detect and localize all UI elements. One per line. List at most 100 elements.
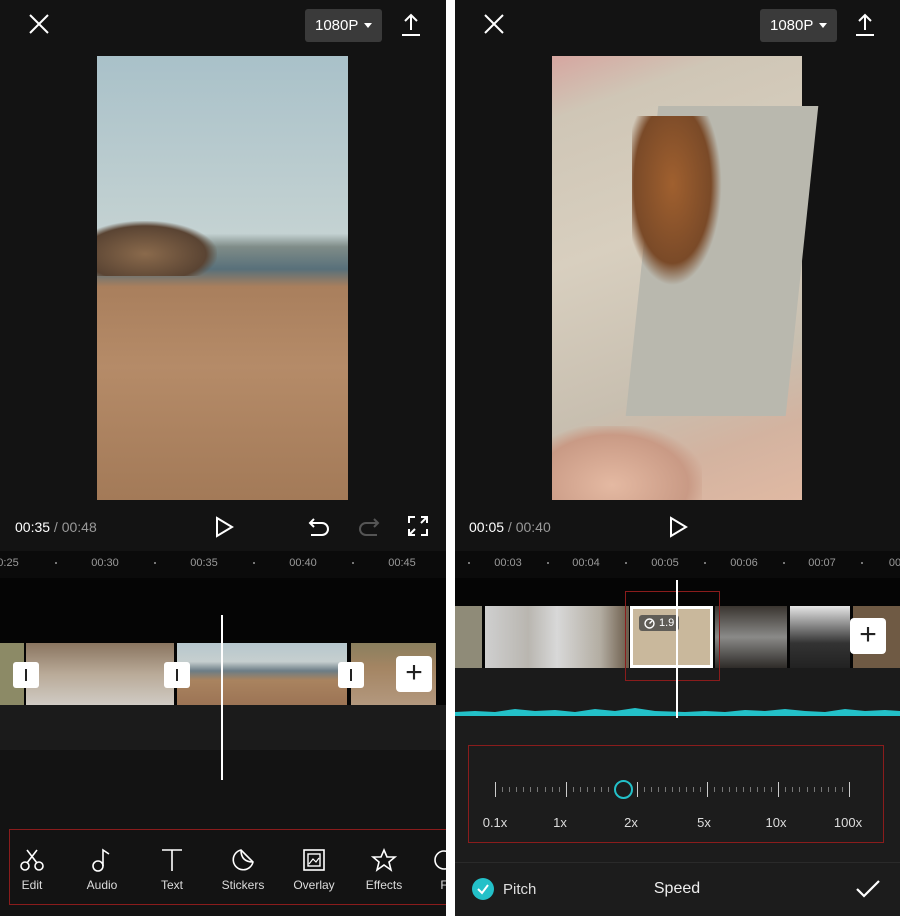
slider-tick (756, 787, 758, 792)
video-track[interactable] (0, 643, 436, 705)
close-icon[interactable] (28, 13, 50, 35)
slider-tick (523, 787, 525, 792)
slider-tick (693, 787, 695, 792)
timeline-tracks[interactable]: + (0, 578, 446, 750)
tool-filters[interactable]: F (414, 848, 446, 892)
check-circle-icon (472, 878, 494, 900)
add-clip-button[interactable]: + (396, 656, 432, 692)
slider-tick (650, 787, 652, 792)
slider-tick (594, 787, 596, 792)
slider-tick (544, 787, 546, 792)
slider-tick (502, 787, 504, 792)
slider-tick (601, 787, 603, 792)
play-icon[interactable] (668, 516, 688, 538)
video-clip[interactable] (26, 643, 174, 705)
slider-tick (806, 787, 808, 792)
panel-title: Speed (653, 880, 701, 897)
editor-panel-right: 1080P 00:05 / 00:40 00:03 00:04 00:05 00… (455, 0, 900, 916)
caret-down-icon (364, 23, 373, 28)
slider-tick (686, 787, 688, 792)
tool-effects[interactable]: Effects (354, 848, 414, 892)
tool-edit[interactable]: Edit (2, 848, 62, 892)
resolution-dropdown[interactable]: 1080P (305, 9, 383, 42)
timecode: 00:05 / 00:40 (469, 519, 551, 535)
timeline-ruler[interactable]: 0:25 00:30 00:35 00:40 00:45 (0, 551, 446, 578)
slider-tick (530, 787, 532, 792)
slider-tick (714, 787, 716, 792)
speed-scale-label: 5x (697, 815, 711, 830)
slider-tick (778, 782, 780, 797)
tool-overlay[interactable]: Overlay (284, 848, 344, 892)
undo-icon[interactable] (308, 516, 330, 536)
slider-tick (516, 787, 518, 792)
slider-tick (799, 787, 801, 792)
ruler-tick-label: 00:07 (808, 557, 836, 569)
confirm-check-icon[interactable] (855, 879, 881, 899)
ruler-tick-label: 00:35 (190, 557, 218, 569)
slider-tick (700, 787, 702, 792)
timeline-ruler[interactable]: 00:03 00:04 00:05 00:06 00:07 00 (455, 551, 900, 578)
play-icon[interactable] (214, 516, 234, 538)
slider-tick (558, 787, 560, 792)
ruler-tick-label: 00:05 (651, 557, 679, 569)
slider-tick (565, 782, 567, 797)
clip-highlight (625, 591, 720, 681)
caret-down-icon (819, 23, 828, 28)
slider-tick (785, 787, 787, 792)
video-clip[interactable] (790, 606, 850, 668)
speed-slider[interactable] (495, 782, 850, 797)
slider-tick (579, 787, 581, 792)
slider-tick (841, 787, 843, 792)
ruler-tick-label: 0:25 (0, 557, 19, 569)
slider-tick (820, 787, 822, 792)
video-clip[interactable] (715, 606, 787, 668)
ruler-tick-label: 00:40 (289, 557, 317, 569)
ruler-tick-label: 00 (888, 557, 900, 569)
ruler-tick-label: 00:30 (91, 557, 119, 569)
overlay-icon (303, 849, 325, 871)
playhead[interactable] (221, 615, 223, 780)
scissors-icon (20, 849, 44, 871)
ruler-tick-label: 00:06 (730, 557, 758, 569)
speed-slider-knob[interactable] (614, 780, 633, 799)
text-icon (162, 849, 182, 871)
speed-scale-label: 2x (624, 815, 638, 830)
slider-tick (742, 787, 744, 792)
slider-tick (707, 782, 709, 797)
tool-text[interactable]: Text (142, 848, 202, 892)
slider-tick (792, 787, 794, 792)
video-clip[interactable] (485, 606, 629, 668)
tool-stickers[interactable]: Stickers (213, 848, 273, 892)
slider-tick (679, 787, 681, 792)
slider-tick (749, 787, 751, 792)
fullscreen-icon[interactable] (408, 516, 428, 536)
video-clip[interactable] (177, 643, 347, 705)
resolution-dropdown[interactable]: 1080P (760, 9, 838, 42)
video-clip[interactable] (455, 606, 482, 668)
filter-icon (434, 850, 446, 870)
close-icon[interactable] (483, 13, 505, 35)
transition-handle[interactable] (13, 662, 39, 688)
add-clip-button[interactable]: + (850, 618, 886, 654)
slider-tick (643, 787, 645, 792)
ruler-tick-label: 00:03 (494, 557, 522, 569)
slider-tick (721, 787, 723, 792)
tool-audio[interactable]: Audio (72, 848, 132, 892)
slider-tick (495, 782, 496, 797)
redo-icon (359, 518, 380, 536)
export-upload-icon[interactable] (401, 13, 421, 37)
transition-handle[interactable] (164, 662, 190, 688)
transition-handle[interactable] (338, 662, 364, 688)
ruler-tick-label: 00:04 (572, 557, 600, 569)
slider-tick (834, 787, 836, 792)
ruler-tick-label: 00:45 (388, 557, 416, 569)
resolution-label: 1080P (770, 17, 814, 34)
slider-tick (672, 787, 673, 792)
slider-tick (636, 782, 638, 797)
playhead[interactable] (676, 580, 678, 718)
slider-tick (657, 787, 659, 792)
editor-panel-left: 1080P 00:35 / 00:48 0:25 00:30 00:35 00:… (0, 0, 446, 916)
pitch-checkbox[interactable]: Pitch (472, 878, 536, 900)
export-upload-icon[interactable] (855, 13, 875, 37)
speed-scale-label: 0.1x (482, 815, 508, 830)
